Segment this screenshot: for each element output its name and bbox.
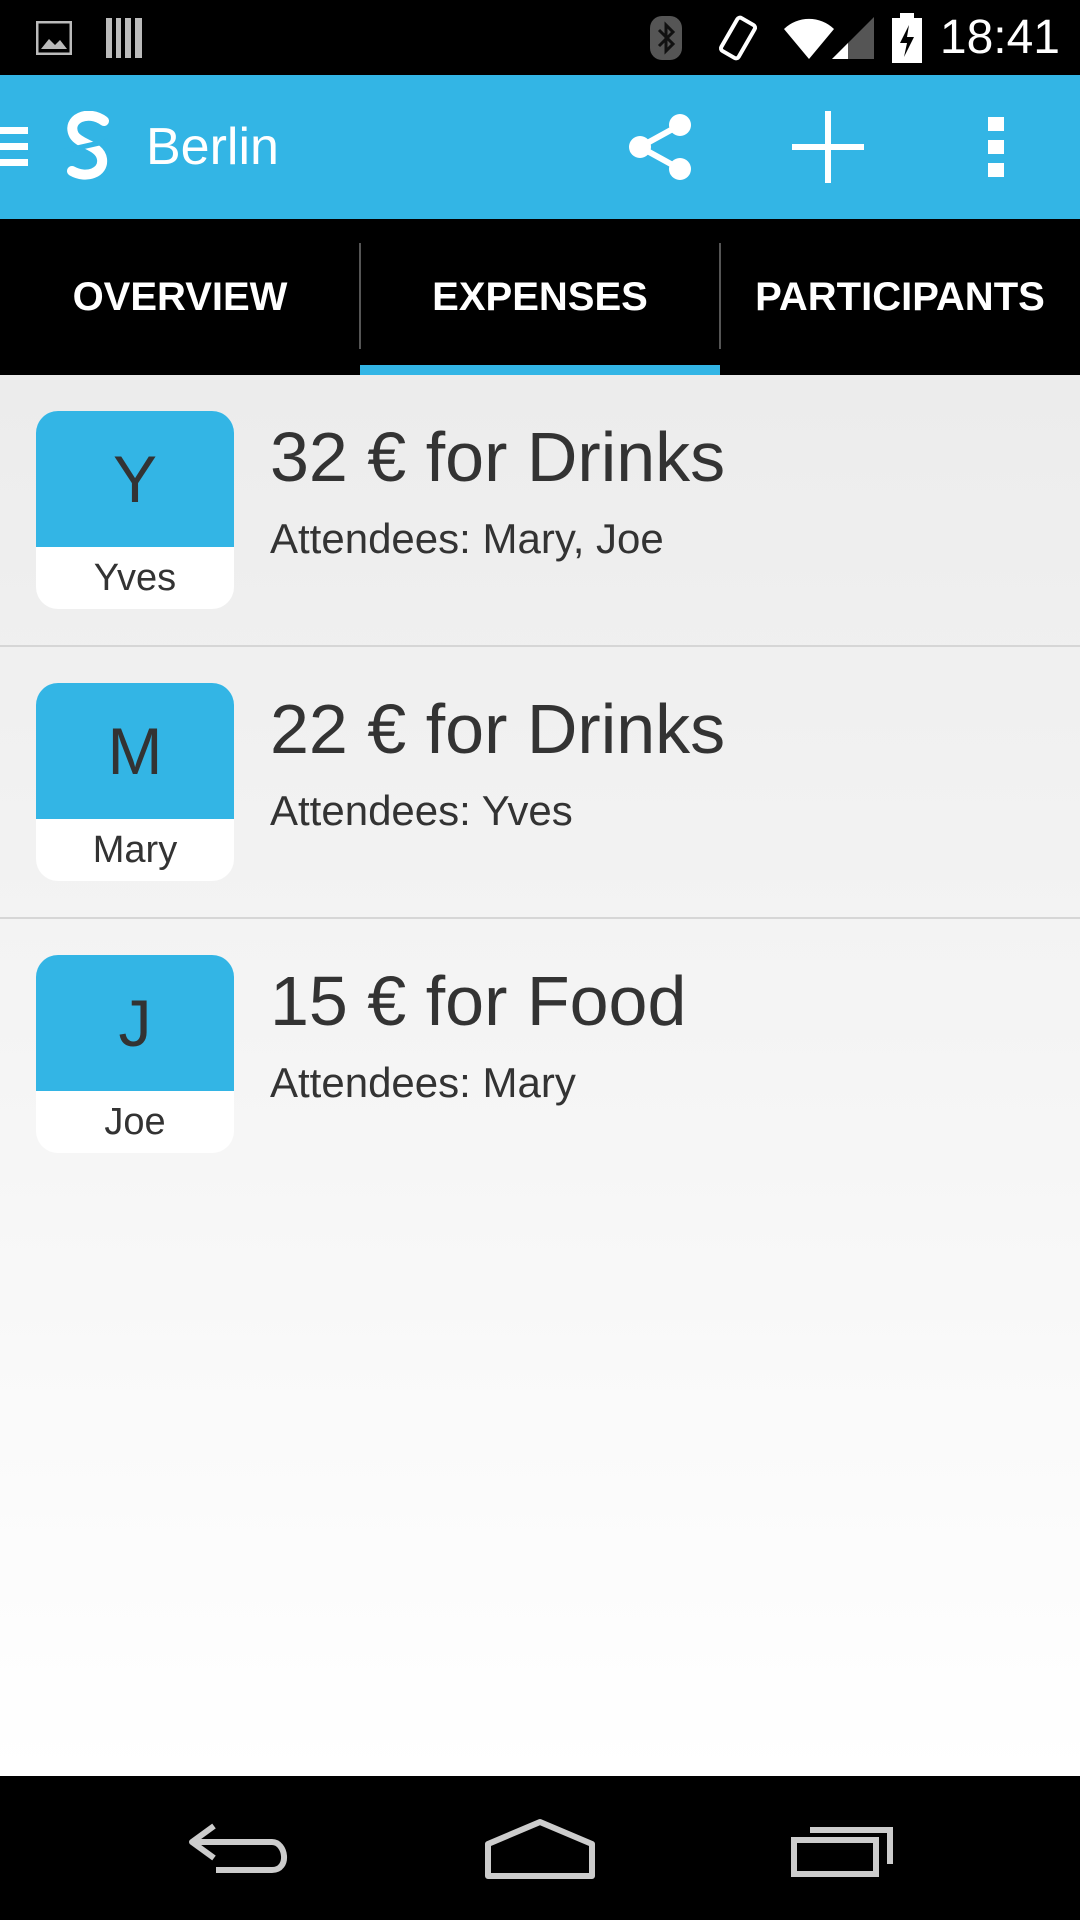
payer-initial: Y: [36, 411, 234, 547]
drawer-menu-icon[interactable]: [0, 127, 28, 167]
share-icon[interactable]: [620, 111, 700, 183]
expense-list: Y Yves 32 € for Drinks Attendees: Mary, …: [0, 375, 1080, 1776]
image-icon: [36, 0, 72, 75]
wifi-icon: [782, 0, 836, 75]
expense-attendees: Attendees: Mary: [270, 1059, 576, 1106]
payer-initial: J: [36, 955, 234, 1091]
expense-attendees: Attendees: Yves: [270, 787, 573, 834]
navigation-bar: [0, 1776, 1080, 1920]
vibrate-icon: [716, 0, 760, 75]
payer-avatar: Y Yves: [36, 411, 234, 609]
barcode-icon: [106, 0, 144, 75]
app-logo-icon[interactable]: [58, 110, 118, 183]
status-bar: 18:41: [0, 0, 1080, 75]
bluetooth-icon: [648, 0, 684, 75]
clock: 18:41: [939, 11, 1060, 64]
payer-avatar: M Mary: [36, 683, 234, 881]
add-icon[interactable]: [788, 111, 868, 183]
tab-participants[interactable]: PARTICIPANTS: [720, 219, 1080, 375]
payer-name: Yves: [93, 556, 177, 599]
payer-initial: M: [36, 683, 234, 819]
recent-apps-icon[interactable]: [780, 1808, 910, 1888]
expense-title: 32 € for Drinks: [270, 418, 726, 496]
expense-row[interactable]: Y Yves 32 € for Drinks Attendees: Mary, …: [0, 375, 1080, 647]
signal-icon: [832, 0, 876, 75]
tab-expenses[interactable]: EXPENSES: [360, 219, 720, 375]
overflow-menu-icon[interactable]: [956, 111, 1036, 183]
expense-row[interactable]: J Joe 15 € for Food Attendees: Mary: [0, 919, 1080, 1191]
battery-charging-icon: [890, 0, 924, 75]
payer-avatar: J Joe: [36, 955, 234, 1153]
expense-attendees: Attendees: Mary, Joe: [270, 515, 664, 562]
tab-bar: OVERVIEW EXPENSES PARTICIPANTS: [0, 219, 1080, 375]
back-icon[interactable]: [176, 1808, 306, 1888]
payer-name: Mary: [92, 828, 178, 871]
home-icon[interactable]: [475, 1808, 605, 1888]
expense-title: 15 € for Food: [270, 962, 687, 1040]
payer-name: Joe: [104, 1100, 166, 1143]
expense-title: 22 € for Drinks: [270, 690, 726, 768]
tab-overview[interactable]: OVERVIEW: [0, 219, 360, 375]
expense-row[interactable]: M Mary 22 € for Drinks Attendees: Yves: [0, 647, 1080, 919]
app-bar: Berlin: [0, 75, 1080, 219]
app-title: Berlin: [146, 118, 279, 176]
selected-tab-indicator: [360, 365, 720, 375]
